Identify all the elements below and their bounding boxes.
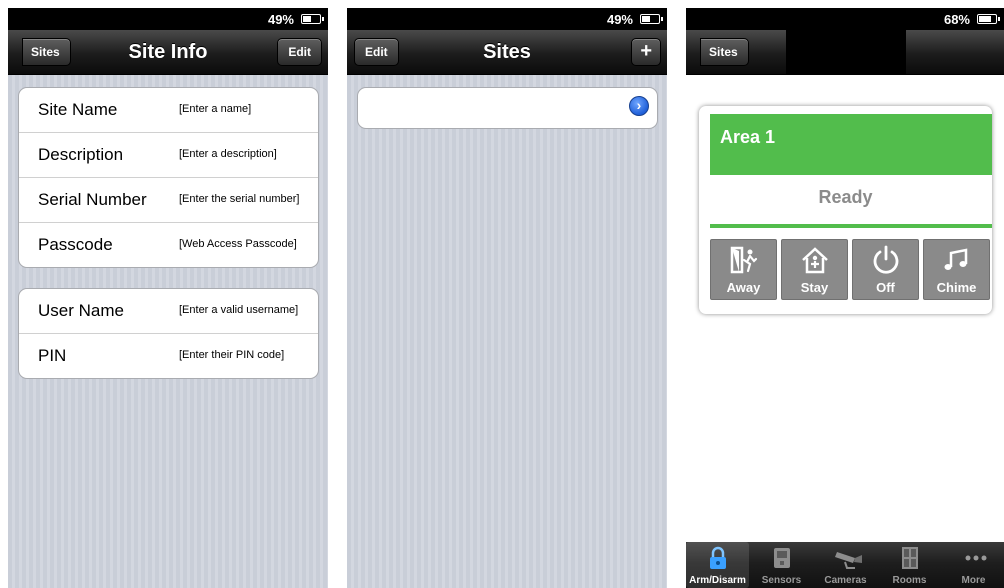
status-bar: 49% bbox=[347, 8, 667, 30]
off-label: Off bbox=[876, 280, 895, 295]
site-info-screen: 49% Sites Site Info Edit Site Name [Ente… bbox=[8, 8, 328, 588]
area-header: Area 1 bbox=[710, 114, 992, 175]
tab-label: Sensors bbox=[761, 575, 802, 586]
navigation-bar: Edit Sites + bbox=[347, 30, 667, 75]
status-bar: 68% bbox=[686, 8, 1004, 30]
page-title: Sites bbox=[483, 41, 531, 63]
lock-icon bbox=[710, 546, 726, 569]
arm-disarm-screen: 68% Sites Area 1 Ready Away Stay Off Chi… bbox=[686, 8, 1004, 588]
tab-cameras[interactable]: Cameras bbox=[814, 542, 877, 588]
site-details-group: Site Name [Enter a name] Description [En… bbox=[18, 87, 319, 268]
battery-icon bbox=[301, 14, 324, 24]
battery-percent: 68% bbox=[943, 12, 970, 27]
back-button[interactable]: Sites bbox=[700, 38, 749, 66]
status-indicator-line bbox=[710, 224, 992, 228]
tab-more[interactable]: More bbox=[942, 542, 1004, 588]
security-camera-icon bbox=[835, 552, 862, 569]
edit-button[interactable]: Edit bbox=[277, 38, 322, 66]
chime-label: Chime bbox=[936, 280, 977, 295]
tab-label: Arm/Disarm bbox=[689, 575, 746, 586]
away-label: Away bbox=[726, 280, 761, 295]
tab-sensors[interactable]: Sensors bbox=[750, 542, 813, 588]
pin-field[interactable]: [Enter their PIN code] bbox=[179, 349, 284, 361]
field-label: Passcode bbox=[38, 235, 113, 254]
area-status: Ready bbox=[818, 187, 873, 207]
battery-percent: 49% bbox=[267, 12, 294, 27]
door-icon bbox=[902, 547, 918, 569]
tab-label: Cameras bbox=[824, 575, 867, 586]
tab-bar: Arm/Disarm Sensors Cameras Rooms More bbox=[686, 542, 1004, 588]
area-name: Area 1 bbox=[720, 127, 776, 147]
site-list-item[interactable]: › bbox=[357, 87, 658, 129]
off-button[interactable]: Off bbox=[852, 239, 919, 300]
sensor-icon bbox=[774, 548, 790, 568]
description-field[interactable]: [Enter a description] bbox=[179, 148, 277, 160]
field-label: Description bbox=[38, 145, 124, 164]
passcode-field[interactable]: [Web Access Passcode] bbox=[179, 238, 297, 250]
add-site-button[interactable]: + bbox=[631, 38, 661, 66]
music-note-icon bbox=[944, 248, 968, 270]
navigation-bar: Sites Site Info Edit bbox=[8, 30, 328, 75]
stay-label: Stay bbox=[800, 280, 829, 295]
site-name-field[interactable]: [Enter a name] bbox=[179, 103, 251, 115]
away-icon bbox=[730, 246, 758, 274]
battery-percent: 49% bbox=[606, 12, 633, 27]
description-row[interactable]: Description [Enter a description] bbox=[19, 133, 318, 178]
background bbox=[347, 75, 667, 588]
user-name-row[interactable]: User Name [Enter a valid username] bbox=[19, 289, 318, 334]
sites-screen: 49% Edit Sites + › bbox=[347, 8, 667, 588]
tab-arm-disarm[interactable]: Arm/Disarm bbox=[686, 542, 749, 588]
tab-rooms[interactable]: Rooms bbox=[878, 542, 941, 588]
disclosure-arrow-icon[interactable]: › bbox=[629, 96, 649, 116]
stay-home-icon bbox=[802, 247, 828, 274]
battery-icon bbox=[977, 14, 1000, 24]
stay-button[interactable]: Stay bbox=[781, 239, 848, 300]
tab-label: More bbox=[961, 575, 986, 586]
site-name-row[interactable]: Site Name [Enter a name] bbox=[19, 88, 318, 133]
field-label: PIN bbox=[38, 346, 67, 365]
pin-row[interactable]: PIN [Enter their PIN code] bbox=[19, 334, 318, 378]
redacted-title bbox=[786, 30, 906, 76]
chime-button[interactable]: Chime bbox=[923, 239, 990, 300]
area-card: Area 1 Ready Away Stay Off Chime bbox=[699, 106, 992, 314]
passcode-row[interactable]: Passcode [Web Access Passcode] bbox=[19, 223, 318, 267]
battery-icon bbox=[640, 14, 663, 24]
field-label: Site Name bbox=[38, 100, 118, 119]
more-dots-icon bbox=[965, 555, 987, 561]
tab-label: Rooms bbox=[892, 575, 927, 586]
user-credentials-group: User Name [Enter a valid username] PIN [… bbox=[18, 288, 319, 379]
serial-number-field[interactable]: [Enter the serial number] bbox=[179, 193, 299, 205]
power-icon bbox=[873, 245, 899, 274]
status-bar: 49% bbox=[8, 8, 328, 30]
user-name-field[interactable]: [Enter a valid username] bbox=[179, 304, 298, 316]
field-label: Serial Number bbox=[38, 190, 147, 209]
serial-number-row[interactable]: Serial Number [Enter the serial number] bbox=[19, 178, 318, 223]
field-label: User Name bbox=[38, 301, 124, 320]
away-button[interactable]: Away bbox=[710, 239, 777, 300]
